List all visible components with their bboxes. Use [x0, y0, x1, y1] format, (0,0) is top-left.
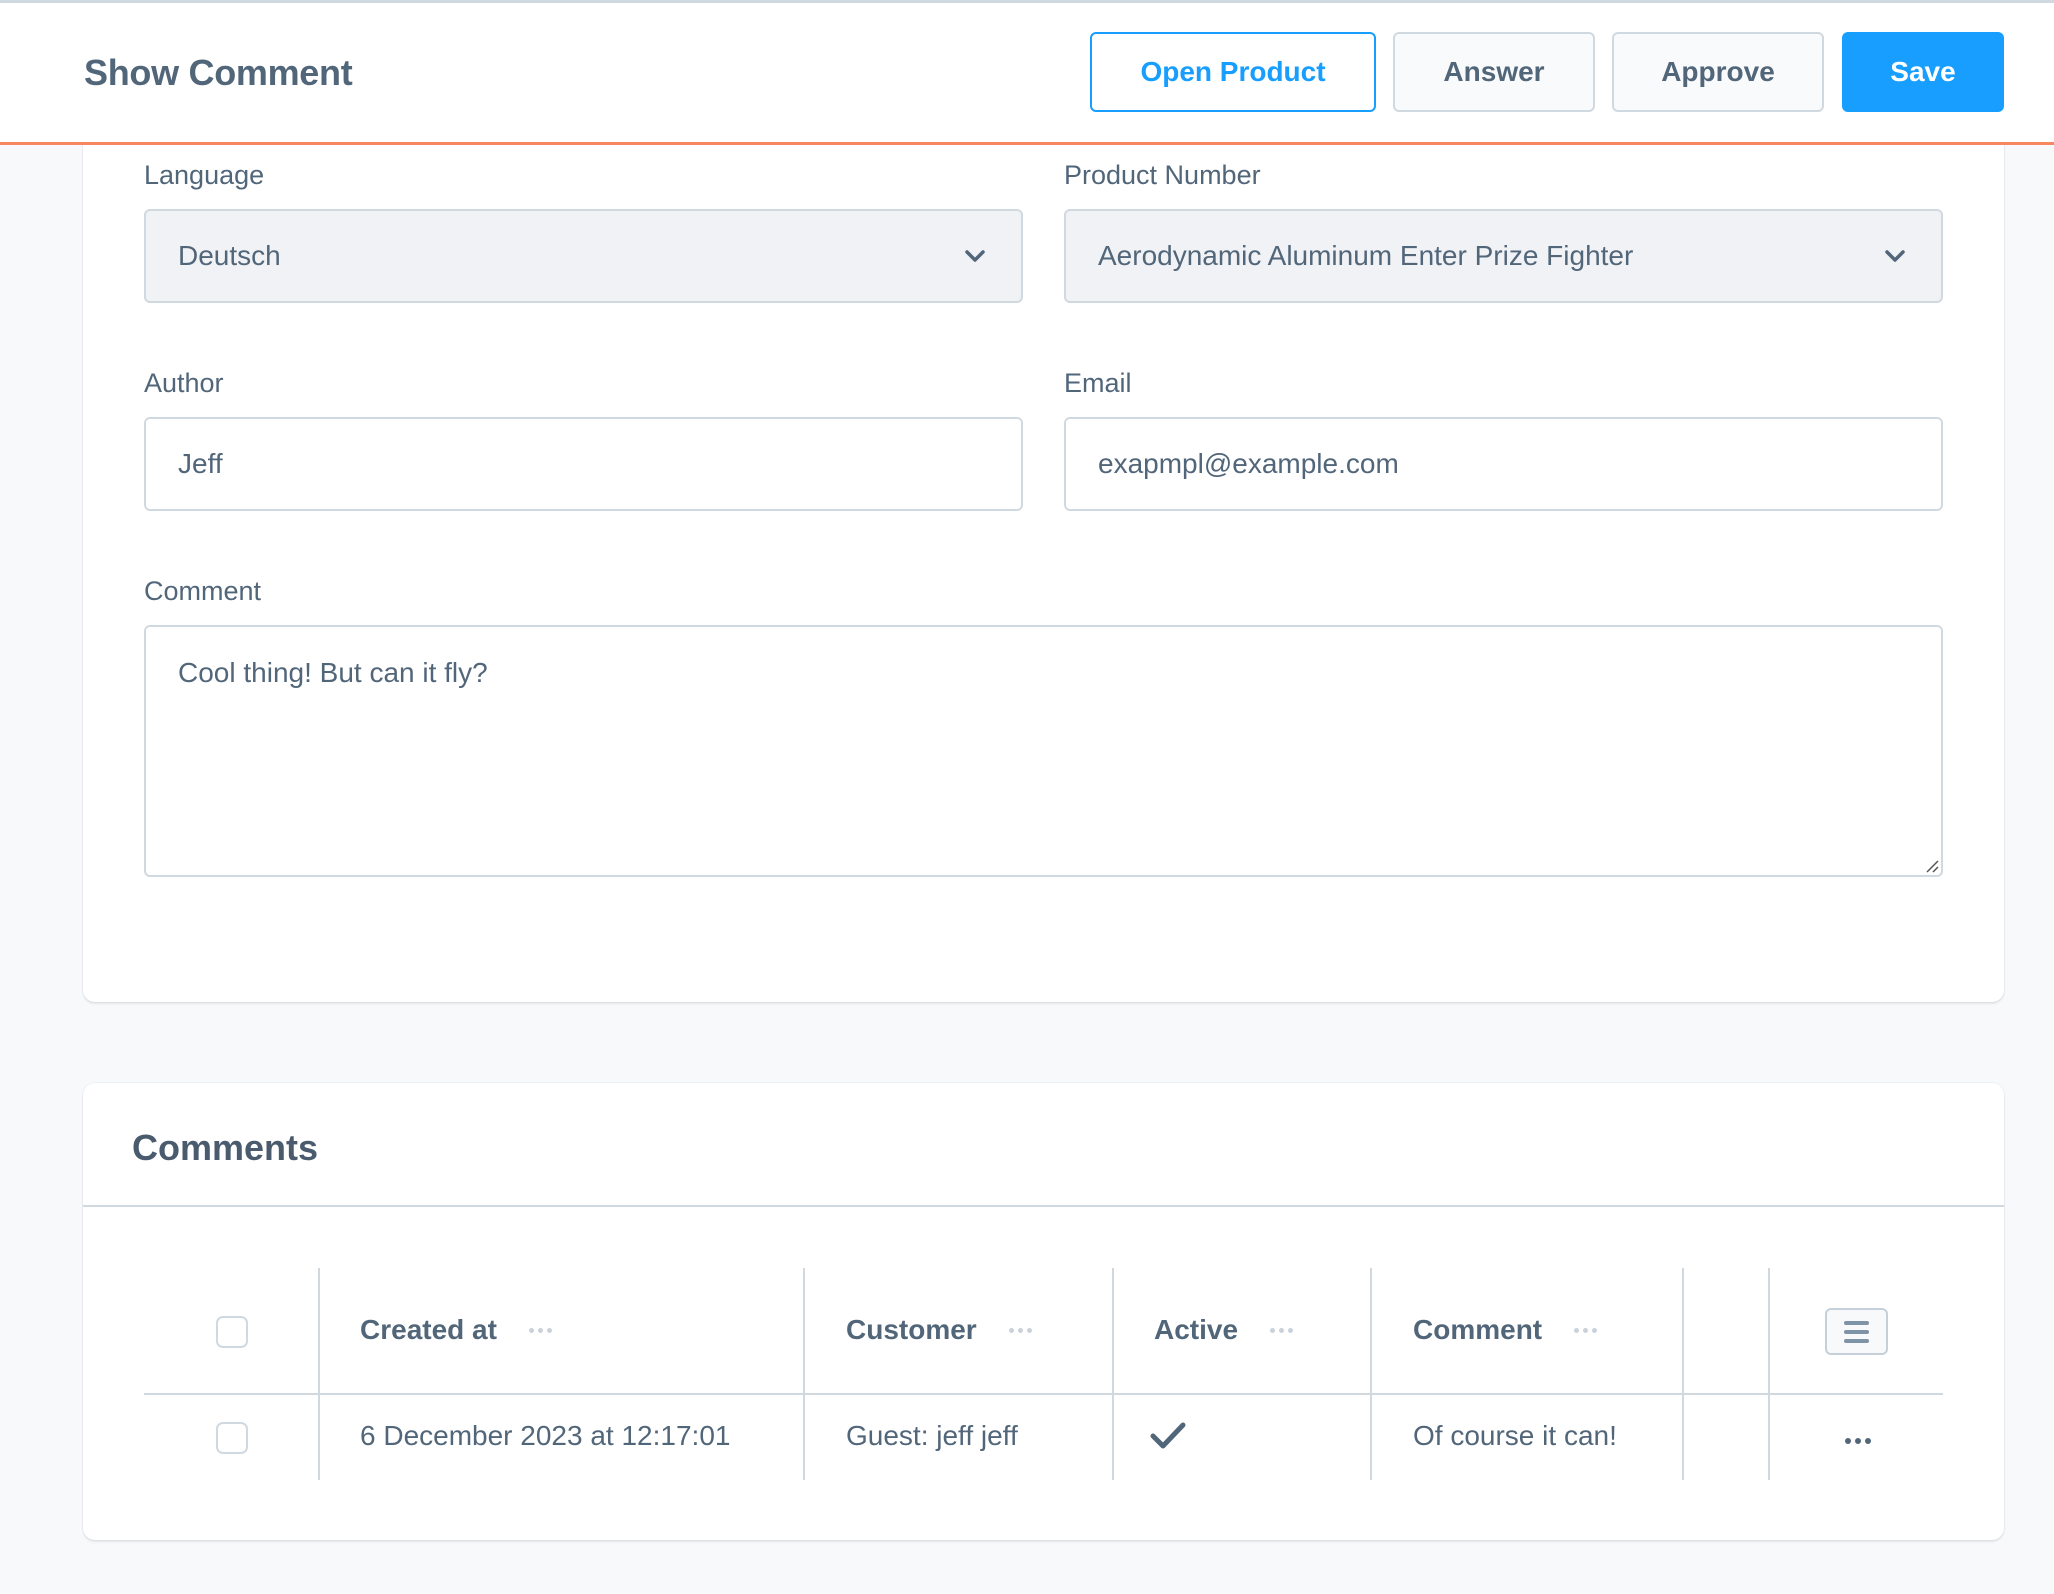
- email-label: Email: [1064, 368, 1132, 398]
- page-title: Show Comment: [84, 52, 353, 93]
- answer-button[interactable]: Answer: [1393, 32, 1595, 112]
- comment-value: Cool thing! But can it fly?: [178, 657, 488, 688]
- cell-customer: Guest: jeff jeff: [846, 1420, 1018, 1451]
- email-value: exapmpl@example.com: [1098, 448, 1399, 479]
- column-options-icon[interactable]: [1008, 1327, 1032, 1333]
- column-header-customer[interactable]: Customer: [846, 1314, 1032, 1346]
- column-divider: [1370, 1268, 1372, 1480]
- column-header-active[interactable]: Active: [1154, 1314, 1294, 1346]
- cell-comment: Of course it can!: [1413, 1420, 1617, 1451]
- language-value: Deutsch: [178, 240, 281, 271]
- column-divider: [803, 1268, 805, 1480]
- language-label: Language: [144, 160, 265, 190]
- column-header-label: Customer: [846, 1314, 977, 1345]
- save-button[interactable]: Save: [1842, 32, 2004, 112]
- author-label: Author: [144, 368, 224, 398]
- column-options-icon[interactable]: [1574, 1327, 1598, 1333]
- comments-card: Comments: [83, 1083, 2004, 1540]
- product-number-select[interactable]: Aerodynamic Aluminum Enter Prize Fighter: [1064, 209, 1943, 303]
- email-input[interactable]: exapmpl@example.com: [1064, 417, 1943, 511]
- column-header-label: Created at: [360, 1314, 497, 1345]
- card-divider: [83, 1205, 2004, 1207]
- open-product-button[interactable]: Open Product: [1090, 32, 1376, 112]
- approve-button[interactable]: Approve: [1612, 32, 1824, 112]
- author-input[interactable]: Jeff: [144, 417, 1023, 511]
- column-divider: [1768, 1268, 1770, 1480]
- column-header-label: Active: [1154, 1314, 1239, 1345]
- column-divider: [1682, 1268, 1684, 1480]
- comments-card-title: Comments: [132, 1127, 319, 1168]
- column-options-icon[interactable]: [1270, 1327, 1294, 1333]
- active-check-icon: [1150, 1422, 1186, 1449]
- column-header-created-at[interactable]: Created at: [360, 1314, 552, 1346]
- row-actions-icon[interactable]: [1845, 1438, 1871, 1444]
- resize-handle-icon[interactable]: [1925, 859, 1939, 873]
- row-select-checkbox[interactable]: [216, 1422, 248, 1454]
- author-value: Jeff: [178, 448, 223, 479]
- cell-created-at: 6 December 2023 at 12:17:01: [360, 1420, 731, 1451]
- product-number-label: Product Number: [1064, 160, 1261, 190]
- chevron-down-icon: [965, 250, 985, 262]
- column-header-comment[interactable]: Comment: [1413, 1314, 1598, 1346]
- language-select[interactable]: Deutsch: [144, 209, 1023, 303]
- comment-label: Comment: [144, 576, 262, 606]
- column-options-icon[interactable]: [528, 1327, 552, 1333]
- product-number-value: Aerodynamic Aluminum Enter Prize Fighter: [1098, 240, 1634, 271]
- page-header: Show Comment Open Product Answer Approve…: [0, 4, 2054, 145]
- column-header-label: Comment: [1413, 1314, 1543, 1345]
- comment-textarea[interactable]: Cool thing! But can it fly?: [144, 625, 1943, 877]
- table-settings-button[interactable]: [1825, 1308, 1888, 1355]
- chevron-down-icon: [1885, 250, 1905, 262]
- header-row-divider: [144, 1393, 1943, 1395]
- select-all-checkbox[interactable]: [216, 1316, 248, 1348]
- column-divider: [1112, 1268, 1114, 1480]
- column-divider: [318, 1268, 320, 1480]
